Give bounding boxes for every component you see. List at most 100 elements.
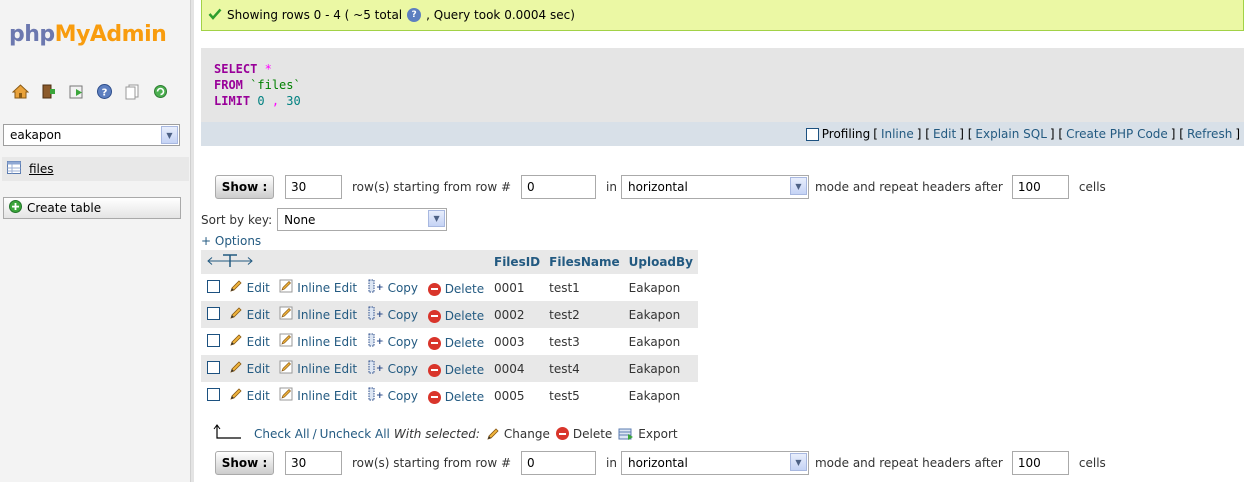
- row-inline-edit-button[interactable]: Inline Edit: [279, 279, 357, 296]
- delete-icon: [555, 427, 569, 440]
- row-inline-edit-button[interactable]: Inline Edit: [279, 333, 357, 350]
- create-php-code-link[interactable]: Create PHP Code: [1066, 127, 1168, 141]
- home-icon[interactable]: [12, 83, 29, 100]
- row-copy-button[interactable]: +cCopy: [368, 387, 418, 404]
- edit-query-link[interactable]: Edit: [933, 127, 956, 141]
- checkmark-icon: [208, 8, 222, 23]
- pencil-icon: [229, 387, 243, 404]
- explain-sql-link[interactable]: Explain SQL: [975, 127, 1047, 141]
- edit-cell: Edit: [224, 301, 276, 328]
- create-table-button[interactable]: Create table: [3, 197, 181, 219]
- display-mode-select[interactable]: horizontal ▼: [620, 451, 809, 475]
- profiling-checkbox[interactable]: [805, 127, 819, 141]
- change-button[interactable]: Change: [486, 427, 550, 441]
- row-edit-button[interactable]: Edit: [229, 387, 270, 404]
- repeat-headers-input[interactable]: 100: [1011, 175, 1069, 199]
- delete-label: Delete: [444, 282, 485, 296]
- help-icon[interactable]: ?: [407, 8, 422, 22]
- row-inline-edit-button[interactable]: Inline Edit: [279, 360, 357, 377]
- start-row-input[interactable]: 0: [521, 451, 597, 475]
- copy-icon: +c: [368, 333, 388, 350]
- row-edit-button[interactable]: Edit: [229, 360, 270, 377]
- copy-label: Copy: [387, 307, 419, 322]
- row-checkbox[interactable]: [207, 333, 220, 347]
- column-header-filesname[interactable]: FilesName: [545, 250, 625, 274]
- repeat-headers-input[interactable]: 100: [1011, 451, 1069, 475]
- row-inline-edit-button[interactable]: Inline Edit: [279, 387, 357, 404]
- reload-icon[interactable]: [152, 83, 169, 100]
- help-icon[interactable]: ?: [96, 83, 113, 100]
- sort-key-value: None: [284, 213, 316, 227]
- create-table-label: Create table: [27, 201, 102, 215]
- row-checkbox[interactable]: [207, 360, 220, 374]
- inline-edit-label: Inline Edit: [297, 388, 358, 403]
- delete-cell: Delete: [423, 301, 490, 328]
- row-copy-button[interactable]: +cCopy: [368, 279, 418, 296]
- row-inline-edit-button[interactable]: Inline Edit: [279, 306, 357, 323]
- export-button[interactable]: Export: [618, 427, 678, 441]
- table-row: Edit Inline Edit +cCopy Delete 0003test3Eaka…: [201, 328, 698, 355]
- docs-icon[interactable]: [124, 83, 141, 100]
- row-edit-button[interactable]: Edit: [229, 279, 270, 296]
- logout-icon[interactable]: [40, 83, 57, 100]
- copy-icon: +c: [368, 387, 388, 404]
- uncheck-all-link[interactable]: Uncheck All: [320, 427, 390, 441]
- chevron-down-icon[interactable]: ▼: [428, 210, 446, 227]
- row-copy-button[interactable]: +cCopy: [368, 333, 418, 350]
- bulk-delete-button[interactable]: Delete: [555, 427, 612, 441]
- check-all-link[interactable]: Check All: [254, 427, 310, 441]
- column-header-filesid[interactable]: FilesID: [490, 250, 546, 274]
- row-delete-button[interactable]: Delete: [427, 390, 485, 404]
- add-icon: [9, 200, 22, 216]
- show-button[interactable]: Show :: [215, 451, 274, 475]
- phpmyadmin-logo[interactable]: phpMyAdmin: [9, 22, 167, 47]
- filesid-cell: 0004: [490, 355, 546, 382]
- arrow-up-left-icon: [212, 424, 242, 443]
- sidebar-icon-bar: ?: [12, 83, 169, 100]
- navigation-row-bottom: Show : 30 row(s) starting from row # 0 i…: [215, 451, 1106, 475]
- row-checkbox[interactable]: [207, 279, 220, 293]
- options-toggle[interactable]: + Options: [201, 234, 261, 248]
- chevron-down-icon[interactable]: ▼: [789, 177, 807, 195]
- row-edit-button[interactable]: Edit: [229, 333, 270, 350]
- show-button[interactable]: Show :: [215, 175, 274, 199]
- row-delete-button[interactable]: Delete: [427, 363, 484, 377]
- sql-token: ,: [271, 94, 280, 108]
- start-row-input[interactable]: 0: [521, 175, 597, 199]
- row-select-cell: [201, 355, 225, 382]
- row-delete-button[interactable]: Delete: [427, 282, 485, 296]
- row-copy-button[interactable]: +cCopy: [368, 306, 418, 323]
- display-mode-select[interactable]: horizontal ▼: [620, 175, 809, 199]
- row-checkbox[interactable]: [207, 387, 220, 401]
- filesname-cell: test3: [545, 328, 625, 355]
- database-select[interactable]: eakapon ▼: [3, 124, 180, 146]
- copy-label: Copy: [387, 280, 419, 295]
- sidebar-item-files[interactable]: files: [2, 157, 189, 181]
- inline-edit-cell: Inline Edit: [275, 328, 364, 355]
- row-checkbox[interactable]: [207, 306, 220, 320]
- chevron-down-icon[interactable]: ▼: [161, 126, 178, 144]
- row-delete-button[interactable]: Delete: [427, 336, 484, 350]
- inline-edit-cell: Inline Edit: [275, 274, 364, 301]
- column-resize-control[interactable]: [201, 250, 490, 274]
- delete-label: Delete: [444, 390, 485, 404]
- starting-label: row(s) starting from row #: [352, 180, 512, 194]
- delete-cell: Delete: [423, 274, 490, 301]
- profiling-label: Profiling: [821, 127, 871, 141]
- table-icon[interactable]: [7, 161, 21, 177]
- refresh-link[interactable]: Refresh: [1187, 127, 1232, 141]
- rows-count-input[interactable]: 30: [285, 175, 342, 199]
- svg-text:+c: +c: [376, 283, 384, 293]
- rows-count-input[interactable]: 30: [285, 451, 342, 475]
- row-edit-button[interactable]: Edit: [229, 306, 270, 323]
- query-window-icon[interactable]: [68, 83, 85, 100]
- chevron-down-icon[interactable]: ▼: [789, 453, 807, 471]
- copy-icon: +c: [368, 279, 388, 296]
- delete-icon: [427, 309, 441, 323]
- inline-link[interactable]: Inline: [881, 127, 914, 141]
- sort-key-select[interactable]: None ▼: [277, 208, 448, 231]
- row-delete-button[interactable]: Delete: [427, 309, 484, 323]
- sidebar-item-label[interactable]: files: [29, 162, 54, 176]
- column-header-uploadby[interactable]: UploadBy: [624, 250, 698, 274]
- row-copy-button[interactable]: +cCopy: [368, 360, 418, 377]
